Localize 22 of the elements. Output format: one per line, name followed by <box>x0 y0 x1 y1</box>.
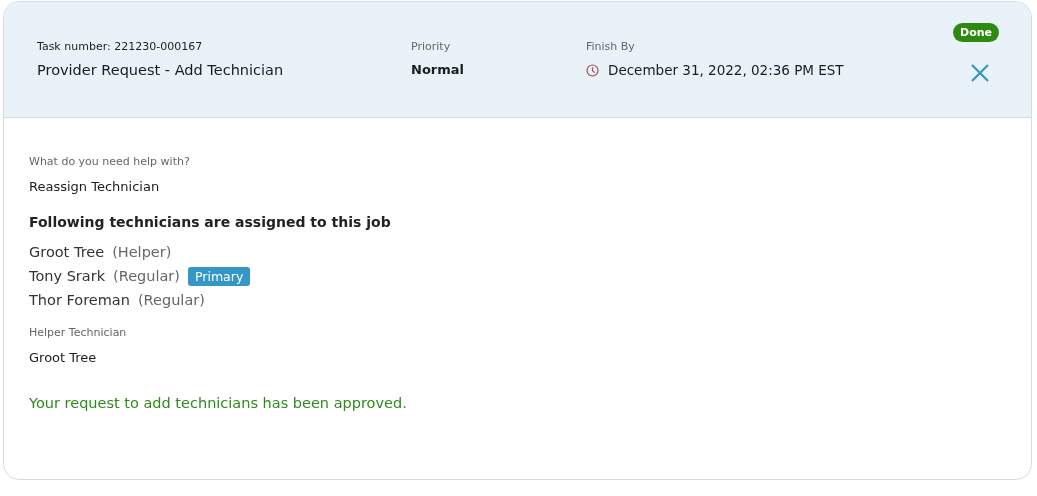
priority-value: Normal <box>411 62 465 77</box>
task-number: Task number: 221230-000167 <box>37 40 204 53</box>
field-value: Groot Tree <box>29 350 97 365</box>
finish-date: December 31, 2022, 02:36 PM EST <box>608 62 844 78</box>
primary-badge: Primary <box>188 266 251 286</box>
technician-role: (Regular) <box>113 268 180 284</box>
task-title: Provider Request - Add Technician <box>37 62 285 78</box>
field-label: Helper Technician <box>29 326 127 339</box>
status-badge: Done <box>953 23 999 42</box>
finish-by-label: Finish By <box>586 40 636 53</box>
priority-label: Priority <box>411 40 452 53</box>
approval-message: Your request to add technicians has been approved. <box>29 395 407 411</box>
section-heading: Following technicians are assigned to this job <box>29 214 391 230</box>
technician-role: (Helper) <box>112 244 172 260</box>
technician-name: Tony Srark <box>29 268 106 284</box>
clock-icon <box>586 63 599 77</box>
technician-name: Groot Tree <box>29 244 105 260</box>
technician-role: (Regular) <box>137 292 205 308</box>
field-value: Reassign Technician <box>29 179 160 194</box>
technician-name: Thor Foreman <box>29 292 130 308</box>
field-label: What do you need help with? <box>29 155 190 168</box>
close-button[interactable] <box>970 63 990 83</box>
